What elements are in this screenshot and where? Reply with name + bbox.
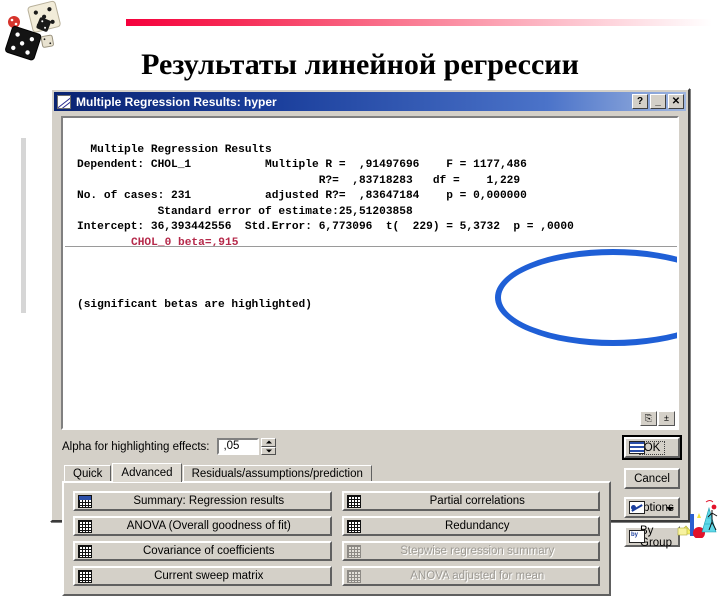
side-button-column: OK Cancel Options by By Group bbox=[622, 435, 682, 555]
results-heading: Multiple Regression Results bbox=[77, 143, 272, 156]
grid-blue-icon bbox=[78, 494, 92, 508]
page-title: Результаты линейной регрессии bbox=[141, 48, 579, 81]
tab-strip: Quick Advanced Residuals/assumptions/pre… bbox=[64, 463, 373, 482]
minimize-button[interactable]: _ bbox=[650, 94, 666, 109]
tab-advanced[interactable]: Advanced bbox=[112, 463, 182, 482]
results-text-panel[interactable]: Multiple Regression Results Dependent: C… bbox=[61, 116, 679, 430]
dialog-title: Multiple Regression Results: hyper bbox=[76, 94, 277, 109]
results-body: Dependent: CHOL_1 Multiple R = ,91497696… bbox=[77, 159, 574, 233]
by-group-button[interactable]: by By Group bbox=[624, 525, 680, 549]
cancel-label: Cancel bbox=[634, 472, 670, 485]
spin-up-icon[interactable] bbox=[261, 438, 277, 447]
summary-regression-results-button[interactable]: Summary: Regression results bbox=[73, 491, 332, 511]
alpha-row: Alpha for highlighting effects: ,05 bbox=[62, 438, 277, 455]
close-button[interactable]: ✕ bbox=[668, 94, 684, 109]
stepwise-regression-summary-button: Stepwise regression summary bbox=[341, 541, 600, 561]
help-button[interactable]: ? bbox=[632, 94, 648, 109]
alpha-label: Alpha for highlighting effects: bbox=[62, 440, 210, 453]
button-label: Stepwise regression summary bbox=[400, 545, 555, 557]
spin-down-icon[interactable] bbox=[261, 446, 277, 455]
anova-goodness-of-fit-button[interactable]: ANOVA (Overall goodness of fit) bbox=[73, 516, 332, 536]
dialog-titlebar[interactable]: Multiple Regression Results: hyper ? _ ✕ bbox=[54, 92, 686, 111]
tab-quick[interactable]: Quick bbox=[64, 465, 112, 482]
ok-button[interactable]: OK bbox=[622, 435, 682, 460]
alpha-input[interactable]: ,05 bbox=[217, 438, 260, 455]
grid-icon bbox=[78, 569, 92, 583]
grid-icon bbox=[346, 519, 361, 533]
button-label: ANOVA (Overall goodness of fit) bbox=[126, 520, 291, 532]
cancel-button[interactable]: Cancel bbox=[624, 468, 680, 489]
action-button-panel: Summary: Regression results Partial corr… bbox=[62, 481, 611, 596]
results-footer-note: (significant betas are highlighted) bbox=[77, 298, 312, 311]
action-button-grid: Summary: Regression results Partial corr… bbox=[64, 483, 609, 594]
button-label: Summary: Regression results bbox=[133, 495, 285, 507]
panel-divider bbox=[65, 246, 677, 247]
copy-icon[interactable]: ⎘ bbox=[640, 411, 657, 426]
grid-icon bbox=[346, 544, 361, 558]
chevron-down-icon bbox=[666, 507, 674, 511]
slide-accent-bar bbox=[126, 19, 712, 26]
multiple-regression-results-dialog: Multiple Regression Results: hyper ? _ ✕… bbox=[50, 88, 690, 596]
wrench-icon bbox=[629, 501, 645, 514]
sheet-icon bbox=[629, 441, 645, 454]
anova-adjusted-for-mean-button: ANOVA adjusted for mean bbox=[341, 566, 600, 586]
grid-icon bbox=[78, 519, 92, 533]
tab-residuals[interactable]: Residuals/assumptions/prediction bbox=[182, 465, 372, 482]
left-gray-strip bbox=[21, 138, 26, 313]
covariance-of-coefficients-button[interactable]: Covariance of coefficients bbox=[73, 541, 332, 561]
partial-correlations-button[interactable]: Partial correlations bbox=[341, 491, 600, 511]
grid-icon bbox=[346, 569, 361, 583]
results-output: Multiple Regression Results Dependent: C… bbox=[63, 118, 677, 313]
grid-icon bbox=[346, 494, 361, 508]
button-label: Partial correlations bbox=[429, 495, 525, 507]
button-label: Covariance of coefficients bbox=[143, 545, 275, 557]
redundancy-button[interactable]: Redundancy bbox=[341, 516, 600, 536]
current-sweep-matrix-button[interactable]: Current sweep matrix bbox=[73, 566, 332, 586]
button-label: Redundancy bbox=[444, 520, 510, 532]
statistics-person-clipart bbox=[677, 500, 718, 538]
by-group-icon: by bbox=[629, 530, 645, 543]
resize-icon[interactable]: ± bbox=[658, 411, 675, 426]
button-label: Current sweep matrix bbox=[154, 570, 264, 582]
panel-corner-tools: ⎘ ± bbox=[639, 411, 675, 426]
grid-icon bbox=[78, 544, 92, 558]
options-button[interactable]: Options bbox=[624, 497, 680, 518]
scatterplot-icon bbox=[57, 94, 71, 109]
alpha-spinner[interactable] bbox=[261, 438, 277, 455]
button-label: ANOVA adjusted for mean bbox=[410, 570, 545, 582]
